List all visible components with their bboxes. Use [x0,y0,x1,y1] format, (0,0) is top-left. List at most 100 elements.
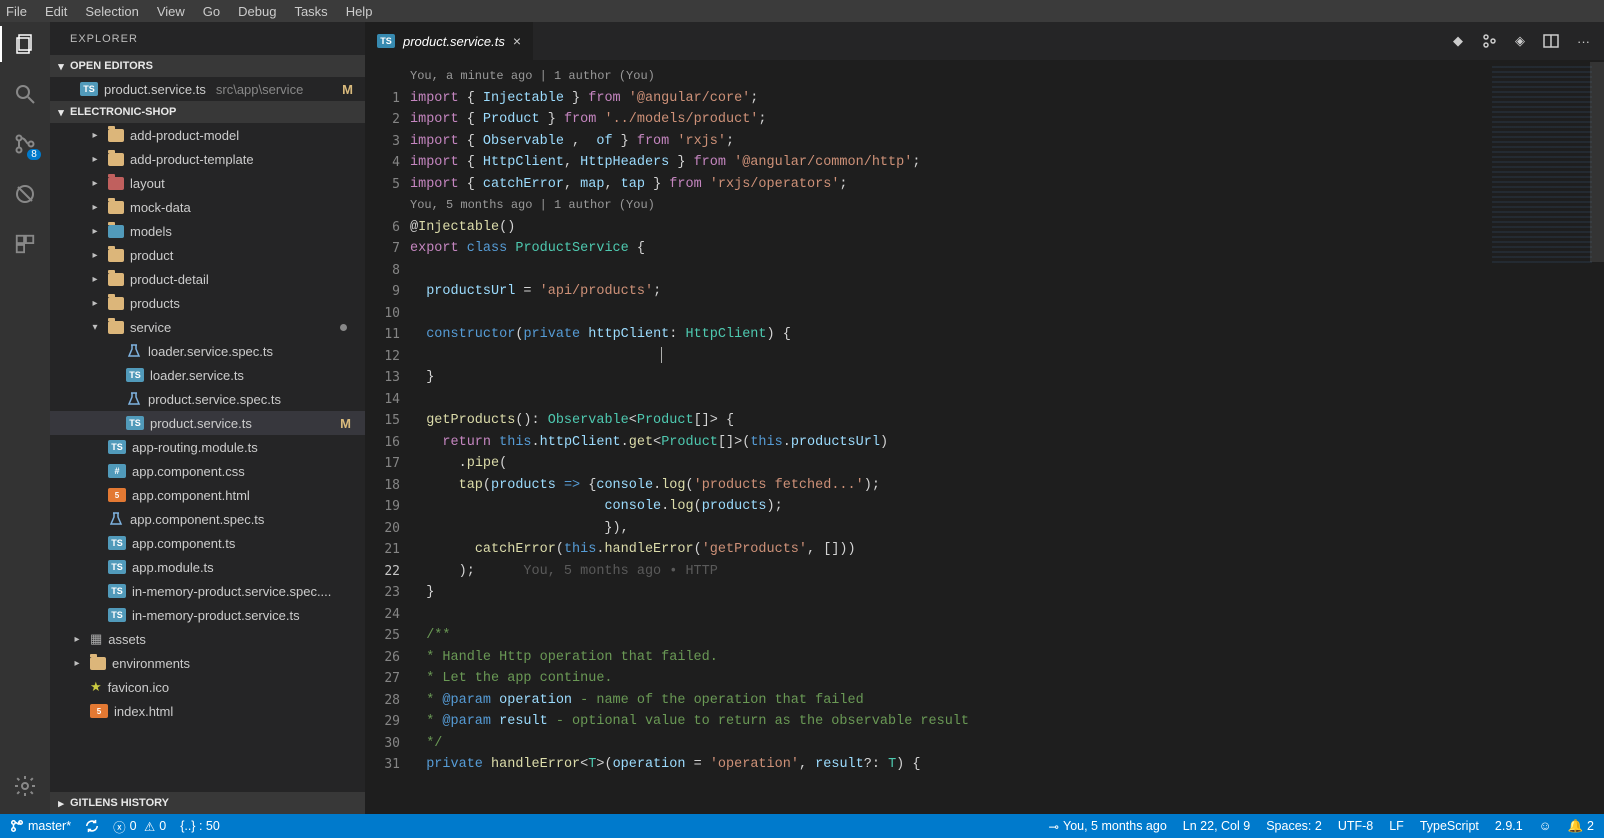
status-blame[interactable]: ⊸ You, 5 months ago [1049,819,1167,834]
menu-bar[interactable]: File Edit Selection View Go Debug Tasks … [0,0,1604,22]
test-icon [126,392,142,406]
menu-selection[interactable]: Selection [85,4,138,19]
html-icon: 5 [90,704,108,718]
split-editor-icon[interactable] [1543,33,1559,49]
folder-icon [108,249,124,262]
sidebar-title: EXPLORER [50,22,365,55]
status-sync[interactable] [85,819,99,833]
tree-row[interactable]: ★favicon.ico [50,675,365,699]
tree-row[interactable]: TSin-memory-product.service.ts [50,603,365,627]
tree-row[interactable]: product.service.spec.ts [50,387,365,411]
ts-icon: TS [80,82,98,96]
tree-label: loader.service.spec.ts [148,344,273,359]
file-tree: ▸add-product-model▸add-product-template▸… [50,123,365,792]
tree-row[interactable]: 5index.html [50,699,365,723]
tree-row[interactable]: TSapp.module.ts [50,555,365,579]
status-branch[interactable]: master* [10,819,71,833]
menu-debug[interactable]: Debug [238,4,276,19]
status-ts-version[interactable]: 2.9.1 [1495,819,1523,833]
twisty-icon: ▸ [70,634,84,645]
tree-row[interactable]: ▸add-product-model [50,123,365,147]
status-eol[interactable]: LF [1389,819,1404,833]
status-problems[interactable]: ⓧ 0 ⚠ 0 [113,817,166,836]
folder-icon [108,129,124,142]
twisty-icon: ▸ [88,298,102,309]
folder-icon [108,297,124,310]
open-editors-header[interactable]: ▾OPEN EDITORS [50,55,365,77]
menu-view[interactable]: View [157,4,185,19]
tree-label: app.component.ts [132,536,235,551]
tree-row[interactable]: ▸mock-data [50,195,365,219]
tree-label: layout [130,176,165,191]
settings-gear-icon[interactable] [11,772,39,800]
status-feedback-icon[interactable]: ☺ [1539,819,1552,833]
html-icon: 5 [108,488,126,502]
tree-row[interactable]: ▸product-detail [50,267,365,291]
tree-row[interactable]: ▾ service [50,315,365,339]
ts-icon: TS [108,584,126,598]
tree-label: mock-data [130,200,191,215]
more-icon[interactable]: ··· [1577,34,1590,49]
tree-row[interactable]: 5 app.component.html [50,483,365,507]
tree-row[interactable]: TSin-memory-product.service.spec.... [50,579,365,603]
extensions-icon[interactable] [11,230,39,258]
tree-row[interactable]: loader.service.spec.ts [50,339,365,363]
tab-bar: TS product.service.ts × ◆ ◈ ··· [365,22,1604,60]
tree-row[interactable]: #app.component.css [50,459,365,483]
menu-help[interactable]: Help [346,4,373,19]
tree-row[interactable]: app.component.spec.ts [50,507,365,531]
ts-icon: TS [108,560,126,574]
close-tab-icon[interactable]: × [513,33,521,49]
gitlens-toggle-icon[interactable]: ◈ [1515,33,1525,49]
gitlens-icon[interactable]: ◆ [1453,33,1463,49]
tree-row[interactable]: ▸environments [50,651,365,675]
code-area[interactable]: You, a minute ago | 1 author (You) impor… [410,60,1604,814]
tree-label: assets [108,632,146,647]
twisty-icon: ▾ [88,322,102,333]
debug-icon[interactable] [11,180,39,208]
status-bell[interactable]: 🔔2 [1567,819,1594,834]
folder-icon [90,657,106,670]
status-language[interactable]: TypeScript [1420,819,1479,833]
tree-row[interactable]: ▸ layout [50,171,365,195]
search-icon[interactable] [11,80,39,108]
open-editor-name: product.service.ts [104,82,206,97]
tree-row[interactable]: ▸products [50,291,365,315]
menu-file[interactable]: File [6,4,27,19]
gitlens-header[interactable]: ▸GITLENS HISTORY [50,792,365,814]
status-indent[interactable]: Spaces: 2 [1266,819,1322,833]
tree-row[interactable]: ▸add-product-template [50,147,365,171]
tree-row[interactable]: TSapp.component.ts [50,531,365,555]
tree-row[interactable]: TSapp-routing.module.ts [50,435,365,459]
tab-product-service[interactable]: TS product.service.ts × [365,22,534,60]
tree-row[interactable]: ▸product [50,243,365,267]
twisty-icon: ▸ [88,154,102,165]
tree-row[interactable]: TSloader.service.ts [50,363,365,387]
tree-label: product [130,248,173,263]
open-editor-item[interactable]: TS product.service.ts src\app\service M [50,77,365,101]
dirty-dot-icon [340,324,347,331]
tree-label: app.component.spec.ts [130,512,264,527]
project-header[interactable]: ▾ELECTRONIC-SHOP [50,101,365,123]
status-cursor[interactable]: Ln 22, Col 9 [1183,819,1250,833]
modified-badge: M [342,82,353,97]
status-selection[interactable]: {..} : 50 [180,819,220,833]
tree-row[interactable]: TSproduct.service.tsM [50,411,365,435]
menu-edit[interactable]: Edit [45,4,67,19]
minimap[interactable] [1492,66,1592,266]
tree-row[interactable]: ▸models [50,219,365,243]
twisty-icon: ▸ [88,178,102,189]
tree-row[interactable]: ▸ ▦ assets [50,627,365,651]
assets-icon: ▦ [90,631,102,647]
status-bar: master* ⓧ 0 ⚠ 0 {..} : 50 ⊸ You, 5 month… [0,814,1604,838]
menu-tasks[interactable]: Tasks [294,4,327,19]
diff-icon[interactable] [1481,33,1497,49]
tree-label: service [130,320,171,335]
menu-go[interactable]: Go [203,4,220,19]
status-encoding[interactable]: UTF-8 [1338,819,1373,833]
tree-label: product-detail [130,272,209,287]
scrollbar[interactable] [1590,60,1604,814]
explorer-icon[interactable] [11,30,39,58]
tree-label: app.component.html [132,488,250,503]
source-control-icon[interactable]: 8 [11,130,39,158]
